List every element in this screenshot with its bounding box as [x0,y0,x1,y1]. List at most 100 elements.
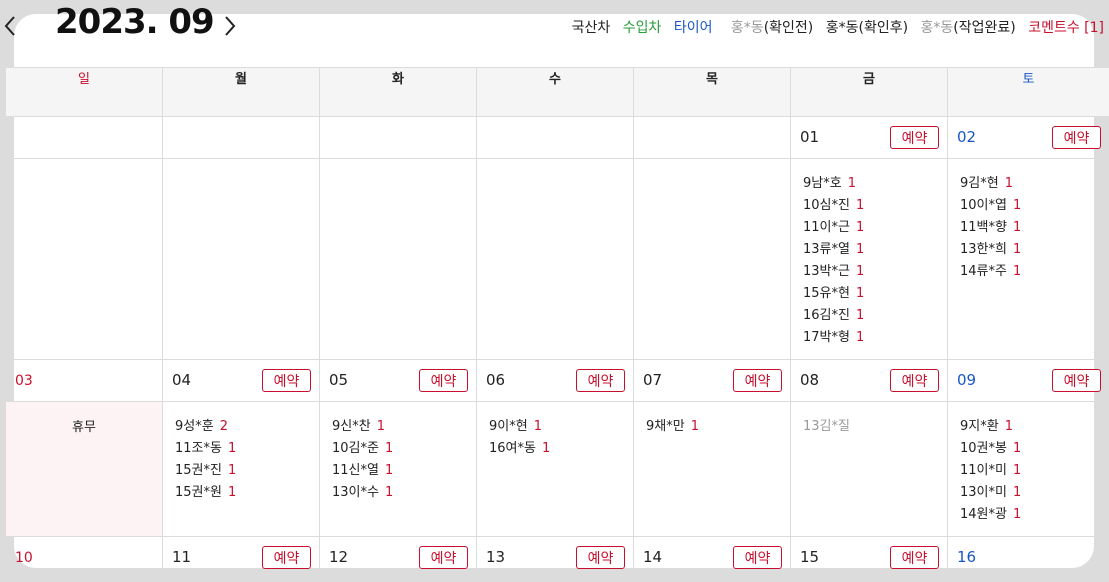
reservation-entry[interactable]: 16김*진 1 [791,305,947,327]
legend-comment-count: 코멘트수 [1] [1028,20,1104,36]
date-number: 08 [800,371,820,389]
reservation-entry[interactable]: 9김*현 1 [948,173,1109,195]
reservation-entry[interactable]: 10권*봉 1 [948,438,1109,460]
day-cell-empty [476,116,634,159]
reserve-button[interactable]: 예약 [576,546,625,569]
reserve-button[interactable]: 예약 [733,546,782,569]
weekday-mon: 월 [162,67,320,117]
reservation-entry[interactable]: 9이*현 1 [477,416,633,438]
reserve-button[interactable]: 예약 [890,126,939,149]
reservation-entry[interactable]: 11백*향 1 [948,217,1109,239]
day-cell-empty [633,116,791,159]
reservation-entry[interactable]: 15권*원 1 [163,482,319,504]
reservation-entry[interactable]: 11신*열 1 [320,460,476,482]
day-body [476,158,634,360]
reservation-entry[interactable]: 9채*만 1 [634,416,790,438]
reservation-entry[interactable]: 14류*주 1 [948,261,1109,283]
comment-count: 1 [690,419,699,434]
reservation-entry[interactable]: 13류*열 1 [791,239,947,261]
day-body [633,158,791,360]
comment-count: 1 [384,485,394,500]
weekday-thu: 목 [633,67,791,117]
reservation-entry-completed[interactable]: 13김*질 [791,416,947,438]
comment-count: 1 [533,419,542,434]
reservation-entry[interactable]: 11이*근 1 [791,217,947,239]
day-cell-empty [162,116,320,159]
calendar-grid: 일 월 화 수 목 금 토 01 예약 02 예약 9남*호 1 10심*진 1 1… [5,67,1109,581]
day-body-03: 휴무 [5,401,163,537]
comment-count: 1 [1012,485,1022,500]
reservation-entry[interactable]: 14원*광 1 [948,504,1109,526]
comment-count: 1 [384,463,394,478]
date-number: 07 [643,371,663,389]
day-body-01: 9남*호 1 10심*진 1 11이*근 1 13류*열 1 13박*근 1 15유*현 1… [790,158,948,360]
date-number: 16 [957,548,977,566]
reservation-entry[interactable]: 13이*수 1 [320,482,476,504]
date-number: 12 [329,548,349,566]
reserve-button[interactable]: 예약 [1052,126,1101,149]
legend-done-name: 홍*동 [920,20,954,36]
comment-count: 1 [384,441,394,456]
day-cell-empty [5,116,163,159]
day-body-07: 9채*만 1 [633,401,791,537]
date-number: 11 [172,548,192,566]
reservation-entry[interactable]: 10김*준 1 [320,438,476,460]
legend-before-label: (확인전) [763,20,814,36]
reservation-entry[interactable]: 13한*희 1 [948,239,1109,261]
day-header-16: 16 [947,536,1109,581]
day-header-10: 10 [5,536,163,581]
reserve-button[interactable]: 예약 [262,546,311,569]
reserve-button[interactable]: 예약 [733,369,782,392]
comment-count: 1 [855,308,865,323]
day-body [162,158,320,360]
status-legend: 국산차 수입차 타이어 홍*동(확인전) 홍*동(확인후) 홍*동(작업완료) … [564,17,1104,37]
reserve-button[interactable]: 예약 [890,546,939,569]
day-body-02: 9김*현 1 10이*엽 1 11백*향 1 13한*희 1 14류*주 1 [947,158,1109,360]
reserve-button[interactable]: 예약 [1052,369,1101,392]
reservation-entry[interactable]: 16여*동 1 [477,438,633,460]
reservation-entry[interactable]: 9남*호 1 [791,173,947,195]
reservation-entry[interactable]: 10심*진 1 [791,195,947,217]
reservation-entry[interactable]: 9신*찬 1 [320,416,476,438]
comment-count: 1 [855,286,865,301]
reserve-button[interactable]: 예약 [576,369,625,392]
reservation-entry[interactable]: 13이*미 1 [948,482,1109,504]
reservation-entry[interactable]: 9성*훈 2 [163,416,319,438]
comment-count: 1 [855,198,865,213]
next-month-button[interactable] [218,10,242,40]
reservation-entry[interactable]: 15권*진 1 [163,460,319,482]
reserve-button[interactable]: 예약 [419,546,468,569]
weekday-tue: 화 [319,67,477,117]
reserve-button[interactable]: 예약 [419,369,468,392]
reservation-entry[interactable]: 17박*형 1 [791,327,947,349]
reservation-entry[interactable]: 15유*현 1 [791,283,947,305]
reservation-entry[interactable]: 11조*동 1 [163,438,319,460]
day-header-01: 01 예약 [790,116,948,159]
reservation-entry[interactable]: 13박*근 1 [791,261,947,283]
day-cell-empty [319,116,477,159]
day-body-05: 9신*찬 1 10김*준 1 11신*열 1 13이*수 1 [319,401,477,537]
comment-count: 1 [227,441,237,456]
reservation-entry[interactable]: 9지*환 1 [948,416,1109,438]
day-header-03: 03 [5,359,163,402]
date-number: 09 [957,371,977,389]
reserve-button[interactable]: 예약 [890,369,939,392]
date-number: 14 [643,548,663,566]
comment-count: 1 [855,242,865,257]
legend-tire: 타이어 [673,20,713,36]
day-header-07: 07 예약 [633,359,791,402]
reservation-entry[interactable]: 10이*엽 1 [948,195,1109,217]
day-body [319,158,477,360]
comment-count: 1 [1012,507,1022,522]
date-number: 01 [800,128,820,146]
reservation-entry[interactable]: 11이*미 1 [948,460,1109,482]
day-header-12: 12 예약 [319,536,477,581]
prev-month-button[interactable] [0,10,22,40]
day-header-04: 04 예약 [162,359,320,402]
weekday-sat: 토 [947,67,1109,117]
weekday-sun: 일 [5,67,163,117]
date-number: 03 [15,373,33,389]
day-header-11: 11 예약 [162,536,320,581]
comment-count: 1 [1004,419,1013,434]
reserve-button[interactable]: 예약 [262,369,311,392]
